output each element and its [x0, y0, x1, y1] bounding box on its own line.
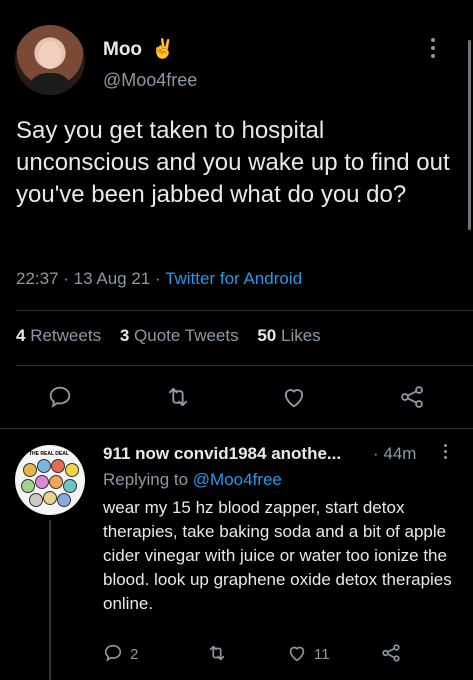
- reply-actions: 2 11: [0, 642, 473, 668]
- author-handle[interactable]: @Moo4free: [103, 70, 197, 91]
- avatar-face-11: [57, 493, 71, 507]
- avatar-face-6: [35, 475, 49, 489]
- divider: [16, 310, 473, 311]
- avatar[interactable]: [15, 25, 85, 95]
- reply-icon[interactable]: [46, 383, 74, 411]
- avatar-face-3: [51, 459, 65, 473]
- tweet-stats: 4 Retweets 3 Quote Tweets 50 Likes: [16, 326, 321, 346]
- avatar-body: [27, 73, 73, 95]
- quotes-stat[interactable]: 3 Quote Tweets: [120, 326, 239, 345]
- author-name[interactable]: Moo ✌: [103, 37, 175, 61]
- meta-separator: ·: [63, 269, 74, 288]
- tweet-actions: [0, 383, 473, 413]
- reply-text: wear my 15 hz blood zapper, start detox …: [103, 498, 452, 613]
- avatar-face-7: [49, 475, 63, 489]
- avatar-face-5: [21, 479, 35, 493]
- avatar-face: [39, 41, 61, 69]
- avatar-face-4: [65, 463, 79, 477]
- likes-stat[interactable]: 50 Likes: [257, 326, 320, 345]
- replying-to-mention[interactable]: @Moo4free: [193, 470, 282, 489]
- reply-time: · 44m: [373, 444, 417, 463]
- more-options-icon[interactable]: [431, 38, 437, 62]
- share-icon[interactable]: [380, 642, 402, 664]
- retweet-icon[interactable]: [206, 642, 228, 664]
- tweet-source-link[interactable]: Twitter for Android: [165, 269, 302, 288]
- tweet-meta: 22:37 · 13 Aug 21 · Twitter for Android: [16, 269, 302, 289]
- reply-more-options-icon[interactable]: [444, 444, 447, 462]
- reply-count: 2: [130, 646, 139, 663]
- like-icon[interactable]: [286, 642, 308, 664]
- divider: [16, 365, 473, 366]
- reply-author-name[interactable]: 911 now convid1984 anothe...: [103, 444, 341, 464]
- avatar-caption: THE REAL DEAL: [29, 451, 69, 457]
- avatar-face-9: [29, 493, 43, 507]
- tweet-text: Say you get taken to hospital unconsciou…: [16, 117, 450, 208]
- avatar-face-10: [43, 491, 57, 505]
- like-icon[interactable]: [280, 383, 308, 411]
- share-icon[interactable]: [398, 383, 426, 411]
- avatar-face-1: [23, 463, 37, 477]
- divider: [0, 428, 473, 429]
- tweet-time: 22:37: [16, 269, 59, 288]
- reply-icon[interactable]: [102, 642, 124, 664]
- scrollbar[interactable]: [468, 40, 471, 230]
- avatar-face-8: [63, 479, 77, 493]
- retweet-icon[interactable]: [164, 383, 192, 411]
- victory-hand-emoji: ✌: [151, 39, 175, 60]
- tweet-date: 13 Aug 21: [73, 269, 151, 288]
- retweets-stat[interactable]: 4 Retweets: [16, 326, 101, 345]
- reply-avatar[interactable]: THE REAL DEAL: [15, 445, 85, 515]
- like-count: 11: [314, 646, 330, 663]
- meta-separator: ·: [154, 269, 166, 288]
- author-name-text: Moo: [103, 39, 143, 60]
- replying-to: Replying to @Moo4free: [103, 470, 282, 489]
- avatar-face-2: [37, 459, 51, 473]
